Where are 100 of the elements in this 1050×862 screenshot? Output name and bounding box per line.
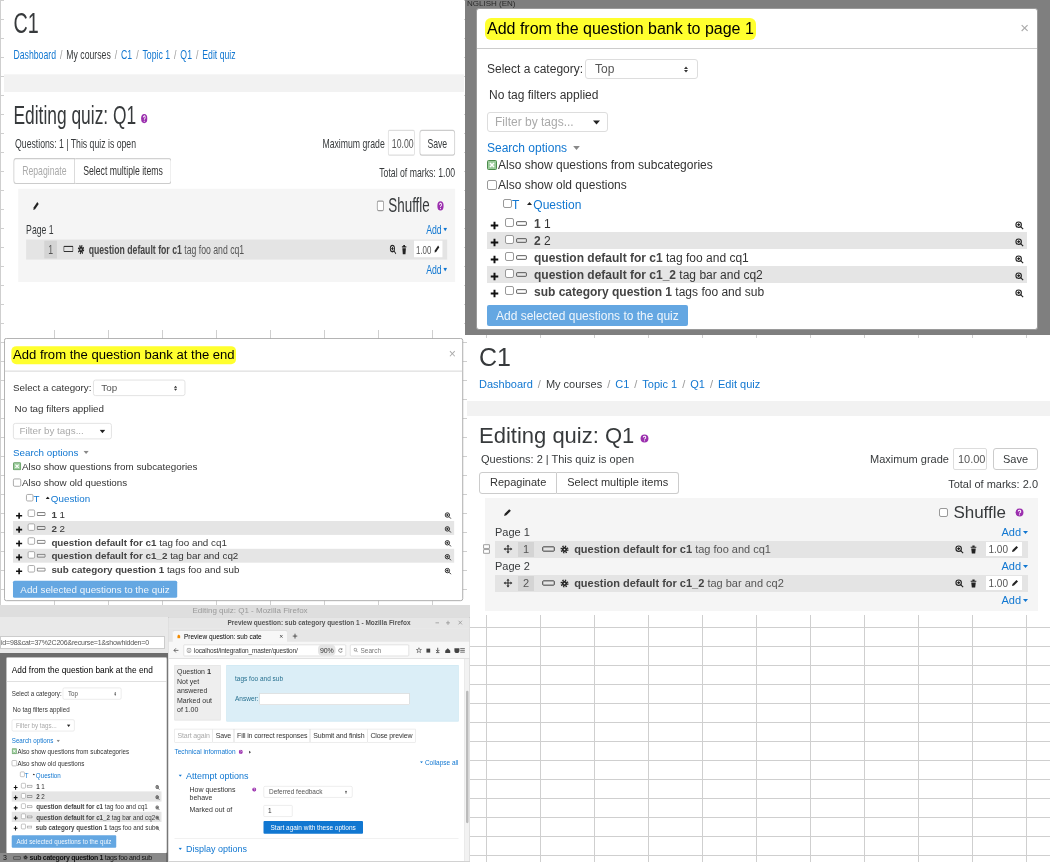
language-menu[interactable]: NGLISH (EN) [467, 0, 516, 8]
gear-icon[interactable] [560, 544, 570, 554]
option-label[interactable]: Also show questions from subcategories [21, 459, 198, 473]
plus-icon[interactable] [490, 271, 499, 281]
plus-icon[interactable] [490, 288, 499, 298]
expand-icon[interactable] [178, 847, 182, 851]
question-name[interactable]: question default for c1 tag foo and cq1 [88, 239, 245, 259]
section-title[interactable]: Display options [186, 841, 248, 857]
breadcrumb-link[interactable]: Topic 1 [142, 47, 171, 63]
breadcrumb-link[interactable]: C1 [121, 47, 133, 63]
column-link[interactable]: Question [533, 197, 582, 213]
tool-button[interactable]: Select multiple items [75, 157, 172, 184]
grade-field[interactable]: 10.00 [952, 448, 987, 470]
checkbox[interactable] [21, 782, 26, 789]
checkbox[interactable] [377, 200, 385, 212]
checkbox[interactable] [27, 536, 36, 545]
option-label[interactable]: Also show old questions [21, 476, 128, 490]
checkbox[interactable] [505, 285, 514, 295]
checkbox[interactable] [13, 462, 22, 471]
checkbox[interactable] [27, 523, 36, 531]
move-icon[interactable] [503, 544, 513, 554]
checkbox[interactable] [26, 494, 34, 502]
checkbox[interactable] [505, 268, 514, 278]
plus-icon[interactable] [490, 220, 499, 230]
add-link[interactable]: Add [1001, 559, 1028, 573]
checkbox[interactable] [505, 217, 514, 227]
zoom-in-icon[interactable] [389, 243, 397, 255]
zoom-in-icon[interactable] [444, 553, 452, 561]
breadcrumb-link[interactable]: Topic 1 [642, 378, 678, 391]
move-icon[interactable] [503, 578, 513, 588]
breadcrumb-link[interactable]: C1 [615, 378, 630, 391]
pencil-icon[interactable] [433, 244, 441, 254]
zoom-in-icon[interactable] [1015, 254, 1024, 264]
sort-icon[interactable] [45, 496, 51, 499]
pencil-icon[interactable] [503, 508, 512, 517]
sort-icon[interactable] [527, 201, 533, 205]
zoom-in-icon[interactable] [444, 525, 452, 533]
column-link[interactable]: T [512, 197, 520, 213]
answer-field[interactable] [259, 693, 410, 705]
plus-icon[interactable] [15, 511, 23, 519]
mark-field[interactable]: 1.00 [414, 240, 443, 258]
breadcrumb-link[interactable]: Q1 [690, 378, 705, 391]
pencil-icon[interactable] [32, 200, 40, 212]
column-link[interactable]: T [33, 492, 40, 506]
help-icon[interactable] [140, 112, 149, 124]
help-icon[interactable] [238, 749, 244, 755]
checkbox[interactable] [20, 823, 26, 829]
expand-icon[interactable] [249, 750, 252, 754]
mark-field[interactable]: 1.00 [986, 576, 1022, 590]
checkbox[interactable] [505, 234, 514, 244]
checkbox[interactable] [27, 550, 36, 559]
help-icon[interactable] [1015, 508, 1024, 517]
option-label[interactable]: Also show old questions [498, 177, 627, 193]
checkbox[interactable] [21, 813, 26, 819]
mark-field[interactable]: 1.00 [986, 542, 1022, 556]
section-title[interactable]: Attempt options [186, 768, 249, 783]
gear-icon[interactable] [77, 243, 85, 255]
breadcrumb-link[interactable]: Dashboard [13, 47, 56, 63]
pencil-icon[interactable] [1011, 579, 1019, 587]
zoom-in-icon[interactable] [1015, 271, 1024, 281]
zoom-in-icon[interactable] [444, 539, 452, 547]
zoom-in-icon[interactable] [955, 544, 964, 554]
pencil-icon[interactable] [1011, 545, 1019, 553]
plus-icon[interactable] [15, 553, 23, 561]
zoom-in-icon[interactable] [955, 578, 964, 588]
search-options-link[interactable]: Search options [13, 445, 89, 459]
trash-icon[interactable] [969, 544, 978, 554]
checkbox[interactable] [21, 792, 26, 799]
tool-button[interactable]: Select multiple items [557, 471, 680, 494]
help-icon[interactable] [436, 200, 445, 212]
zoom-in-icon[interactable] [444, 511, 452, 519]
checkbox[interactable] [20, 771, 25, 777]
checkbox[interactable] [11, 748, 17, 755]
category-select[interactable]: Top [585, 59, 699, 79]
checkbox[interactable] [505, 251, 514, 261]
zoom-in-icon[interactable] [1015, 288, 1024, 298]
tool-button[interactable]: Repaginate [479, 471, 558, 494]
checkbox[interactable] [11, 760, 17, 767]
help-icon[interactable] [251, 787, 257, 792]
checkbox[interactable] [21, 803, 26, 809]
save-button[interactable]: Save [992, 448, 1038, 470]
checkbox[interactable] [487, 160, 497, 170]
trash-icon[interactable] [400, 243, 408, 255]
breadcrumb-link[interactable]: Edit quiz [718, 378, 761, 391]
plus-icon[interactable] [15, 539, 23, 547]
checkbox[interactable] [27, 509, 36, 517]
breadcrumb-link[interactable]: Q1 [180, 47, 192, 63]
add-link[interactable]: Add [1001, 593, 1028, 607]
plus-icon[interactable] [490, 237, 499, 247]
zoom-in-icon[interactable] [1015, 220, 1024, 230]
help-icon[interactable] [640, 433, 650, 443]
save-button[interactable]: Save [419, 129, 456, 156]
checkbox[interactable] [487, 180, 497, 190]
question-name[interactable]: question default for c1_2 tag bar and cq2 [574, 574, 784, 592]
expand-icon[interactable] [178, 774, 182, 778]
question-name[interactable]: question default for c1 tag foo and cq1 [574, 540, 771, 558]
zoom-in-icon[interactable] [444, 567, 452, 575]
checkbox[interactable] [13, 478, 22, 487]
plus-icon[interactable] [490, 254, 499, 264]
add-link[interactable]: Add [1001, 525, 1028, 539]
